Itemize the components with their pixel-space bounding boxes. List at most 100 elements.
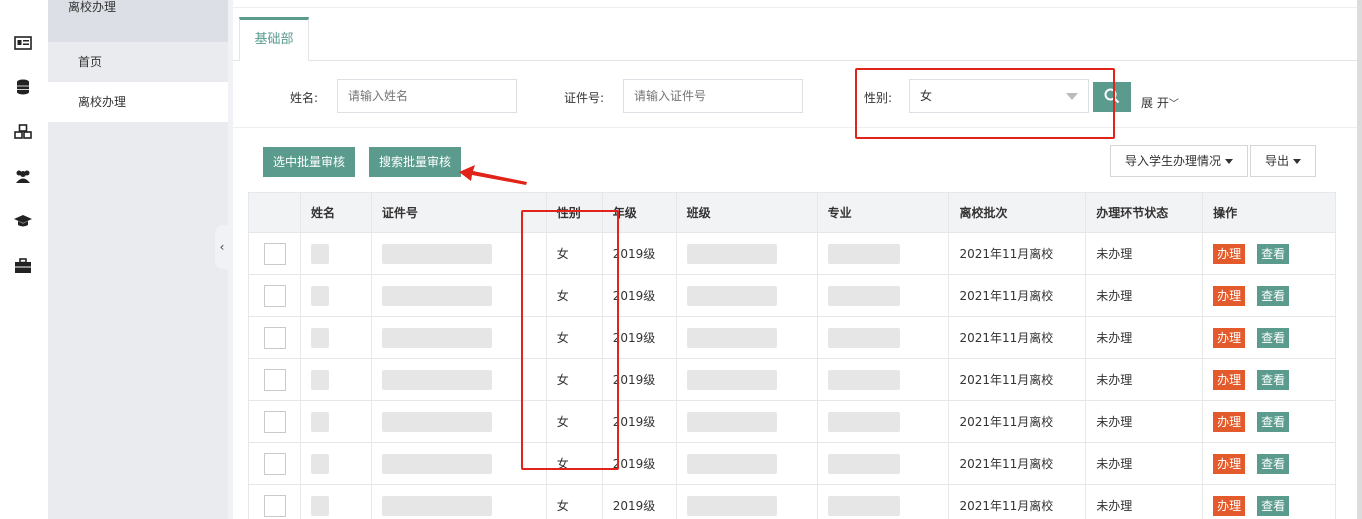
cell-major — [816, 274, 950, 317]
row-checkbox[interactable] — [264, 242, 286, 265]
view-button[interactable]: 查看 — [1257, 369, 1290, 390]
redacted-class — [686, 453, 777, 474]
view-button[interactable]: 查看 — [1257, 453, 1290, 474]
database-icon[interactable] — [14, 79, 32, 95]
cell-status: 未办理 — [1085, 232, 1204, 275]
row-checkbox[interactable] — [264, 368, 286, 391]
redacted-name — [310, 369, 329, 390]
table-row: 女 2019级 2021年11月离校 未办理 办理 查看 — [248, 484, 1336, 519]
process-button[interactable]: 办理 — [1213, 453, 1246, 474]
sidebar-item-home[interactable]: 首页 — [48, 42, 228, 82]
redacted-major — [827, 495, 900, 516]
caret-down-icon — [1293, 159, 1302, 164]
cell-actions: 办理 查看 — [1202, 400, 1336, 443]
annotation-arrow — [459, 165, 527, 185]
cell-name — [299, 274, 372, 317]
redacted-id-number — [381, 285, 492, 306]
page-scrollbar[interactable] — [1357, 0, 1362, 519]
expand-toggle[interactable]: 展 开﹀ — [1141, 94, 1179, 111]
annotation-box-gender-filter — [855, 68, 1115, 139]
table-row: 女 2019级 2021年11月离校 未办理 办理 查看 — [248, 274, 1336, 317]
dashboard-icon[interactable] — [14, 0, 32, 10]
row-checkbox[interactable] — [264, 452, 286, 475]
column-header-select — [248, 192, 301, 233]
process-button[interactable]: 办理 — [1213, 495, 1246, 516]
process-button[interactable]: 办理 — [1213, 327, 1246, 348]
cubes-icon[interactable] — [14, 124, 32, 140]
chevron-left-icon: ‹ — [219, 240, 225, 254]
view-button[interactable]: 查看 — [1257, 243, 1290, 264]
row-select-cell — [248, 232, 301, 275]
cell-major — [816, 358, 950, 401]
view-button[interactable]: 查看 — [1257, 411, 1290, 432]
export-button[interactable]: 导出 — [1250, 145, 1317, 177]
tab-bar: 基础部 — [233, 17, 1357, 61]
view-button[interactable]: 查看 — [1257, 327, 1290, 348]
process-button[interactable]: 办理 — [1213, 243, 1246, 264]
student-table: 姓名 证件号 性别 年级 班级 专业 离校批次 办理环节状态 操作 女 2019级… — [248, 192, 1336, 519]
process-button[interactable]: 办理 — [1213, 411, 1246, 432]
row-checkbox[interactable] — [264, 284, 286, 307]
cell-name — [299, 442, 372, 485]
cell-name — [299, 316, 372, 359]
batch-review-selected-button[interactable]: 选中批量审核 — [263, 147, 356, 177]
cell-batch: 2021年11月离校 — [948, 274, 1087, 317]
column-header-batch[interactable]: 离校批次 — [948, 192, 1087, 233]
chevron-down-icon: ﹀ — [1168, 99, 1179, 110]
redacted-class — [686, 285, 777, 306]
batch-review-search-button[interactable]: 搜索批量审核 — [369, 147, 462, 177]
cell-batch: 2021年11月离校 — [948, 484, 1087, 519]
column-header-actions: 操作 — [1202, 192, 1336, 233]
cell-actions: 办理 查看 — [1202, 232, 1336, 275]
redacted-class — [686, 327, 777, 348]
cell-name — [299, 232, 372, 275]
table-row: 女 2019级 2021年11月离校 未办理 办理 查看 — [248, 358, 1336, 401]
table-row: 女 2019级 2021年11月离校 未办理 办理 查看 — [248, 442, 1336, 485]
process-button[interactable]: 办理 — [1213, 285, 1246, 306]
icon-rail — [0, 0, 48, 519]
table-row: 女 2019级 2021年11月离校 未办理 办理 查看 — [248, 400, 1336, 443]
row-checkbox[interactable] — [264, 326, 286, 349]
column-header-class[interactable]: 班级 — [675, 192, 818, 233]
id-card-icon[interactable] — [14, 35, 32, 51]
row-checkbox[interactable] — [264, 494, 286, 517]
cell-actions: 办理 查看 — [1202, 442, 1336, 485]
sidebar-collapse-handle[interactable]: ‹ — [215, 225, 229, 269]
graduation-cap-icon[interactable] — [14, 213, 32, 229]
cell-class — [675, 442, 818, 485]
view-button[interactable]: 查看 — [1257, 285, 1290, 306]
sidebar-item-leaving-school[interactable]: 离校办理 — [48, 82, 228, 122]
column-header-major[interactable]: 专业 — [816, 192, 950, 233]
row-checkbox[interactable] — [264, 410, 286, 433]
row-select-cell — [248, 316, 301, 359]
redacted-name — [310, 495, 329, 516]
import-student-status-button[interactable]: 导入学生办理情况 — [1110, 145, 1249, 177]
cell-id-number — [370, 484, 547, 519]
name-label: 姓名: — [290, 91, 319, 105]
redacted-class — [686, 243, 777, 264]
view-button[interactable]: 查看 — [1257, 495, 1290, 516]
cell-class — [675, 232, 818, 275]
column-header-name[interactable]: 姓名 — [299, 192, 372, 233]
name-input[interactable] — [337, 79, 517, 113]
sidebar-section-title[interactable]: 离校办理 — [48, 0, 228, 42]
redacted-major — [827, 243, 900, 264]
cell-name — [299, 358, 372, 401]
column-header-status[interactable]: 办理环节状态 — [1085, 192, 1204, 233]
redacted-id-number — [381, 243, 492, 264]
process-button[interactable]: 办理 — [1213, 369, 1246, 390]
tab-basic-dept[interactable]: 基础部 — [239, 17, 309, 61]
cell-status: 未办理 — [1085, 274, 1204, 317]
redacted-id-number — [381, 495, 492, 516]
redacted-major — [827, 411, 900, 432]
redacted-name — [310, 327, 329, 348]
cell-grade: 2019级 — [601, 484, 677, 519]
redacted-name — [310, 285, 329, 306]
cell-name — [299, 400, 372, 443]
briefcase-icon[interactable] — [14, 258, 32, 274]
users-icon[interactable] — [14, 168, 32, 184]
cell-class — [675, 484, 818, 519]
id-number-input[interactable] — [623, 79, 803, 113]
cell-class — [675, 274, 818, 317]
table-row: 女 2019级 2021年11月离校 未办理 办理 查看 — [248, 316, 1336, 359]
